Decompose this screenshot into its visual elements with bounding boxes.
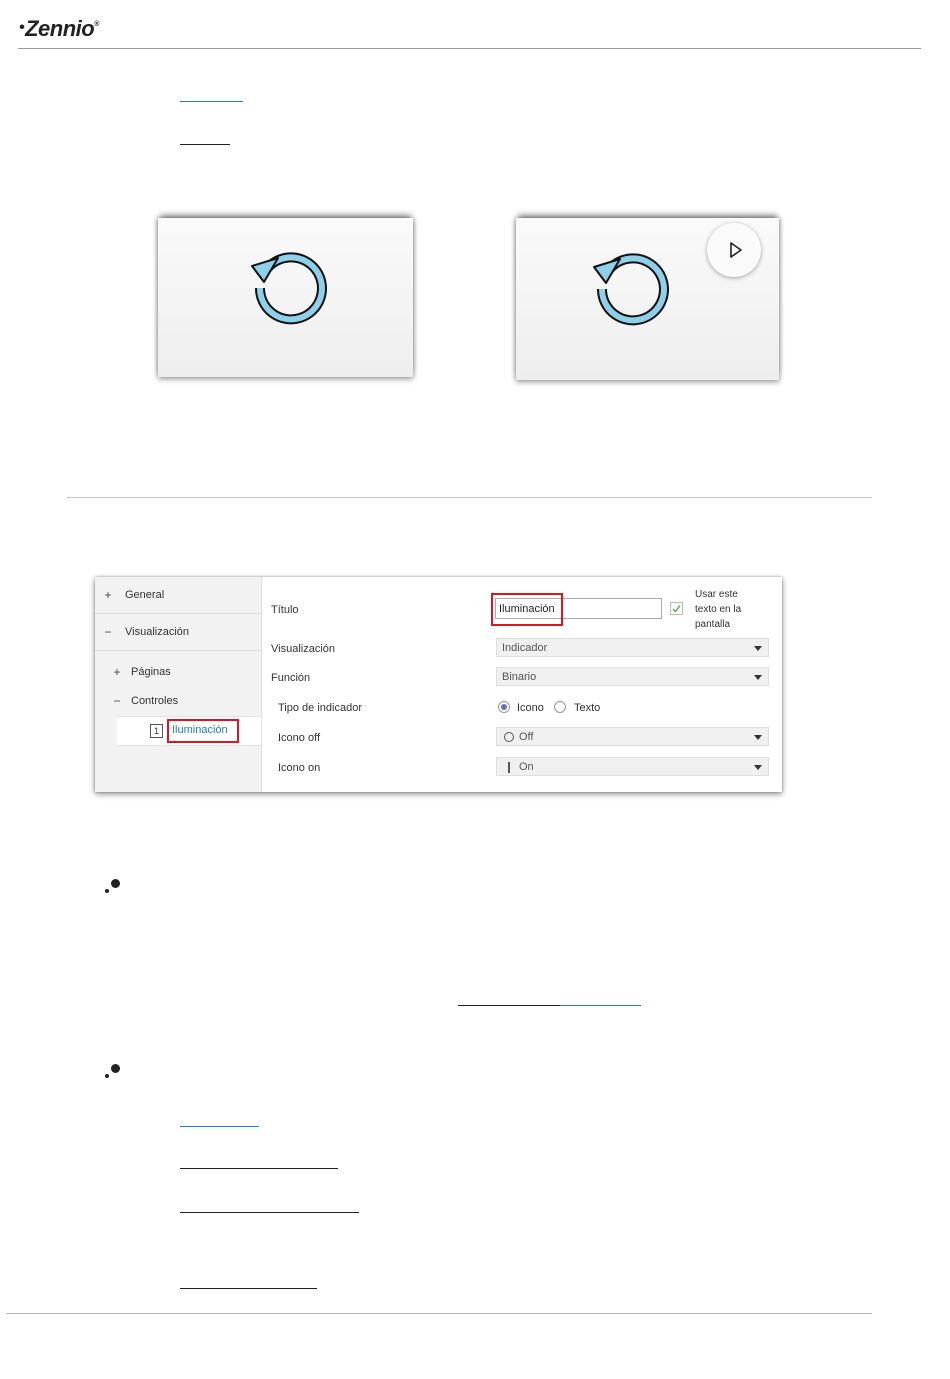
collapse-minus-icon[interactable]: − [110, 694, 124, 708]
navigation-arrow-button [707, 223, 761, 277]
chevron-down-icon [754, 646, 762, 651]
link-underline-2[interactable] [180, 144, 230, 145]
link-underline-5[interactable] [180, 1168, 338, 1169]
visualizacion-label: Visualización [271, 643, 336, 655]
section-divider [67, 497, 872, 498]
bullet-dot-small [105, 1074, 109, 1078]
bullet-dot-small [105, 889, 109, 893]
tipo-indicador-label: Tipo de indicador [278, 702, 362, 714]
sidebar-item-label: General [125, 589, 165, 601]
titulo-label: Título [271, 604, 299, 616]
icono-off-dropdown[interactable]: Off [496, 727, 769, 746]
footer-rule [6, 1313, 872, 1314]
logo-registered-mark: ® [94, 21, 99, 28]
bullet-1 [105, 879, 123, 895]
play-arrow-icon [730, 242, 742, 258]
bullet-dot-large [111, 1064, 120, 1073]
funcion-value: Binario [502, 671, 537, 683]
logo-text: Zennio [25, 16, 95, 41]
usar-texto-line-3: pantalla [695, 619, 731, 630]
funcion-dropdown[interactable]: Binario [496, 667, 769, 686]
usar-texto-line-1: Usar este [695, 589, 738, 600]
circle-off-icon [504, 732, 514, 742]
visualizacion-dropdown[interactable]: Indicador [496, 638, 769, 657]
link-underline-7[interactable] [180, 1288, 317, 1289]
icono-off-value: Off [519, 731, 534, 743]
radio-texto[interactable] [554, 701, 566, 713]
sidebar-item-visualizacion[interactable]: − Visualización [95, 614, 261, 650]
chevron-down-icon [754, 765, 762, 770]
icono-on-value: On [519, 761, 534, 773]
sidebar-item-controles[interactable]: − Controles [95, 686, 261, 716]
link-underline-1[interactable] [180, 101, 243, 102]
sidebar-item-label: Páginas [131, 666, 171, 678]
logo-dot: • [19, 19, 25, 36]
icono-on-dropdown[interactable]: On [496, 757, 769, 776]
highlight-box-title [491, 593, 563, 626]
highlight-box-sidebar [167, 719, 239, 743]
radio-icono[interactable] [498, 701, 510, 713]
ets-parameter-window: + General − Visualización + Páginas − Co… [95, 577, 782, 792]
item-number-badge: 1 [150, 724, 163, 738]
bullet-2 [105, 1064, 123, 1080]
sidebar-item-label: Controles [131, 695, 179, 707]
bar-on-icon [508, 762, 510, 773]
expand-plus-icon[interactable]: + [101, 588, 115, 602]
radio-texto-label: Texto [574, 702, 601, 714]
zennio-logo: •Zennio® [19, 16, 99, 42]
usar-texto-checkbox[interactable] [670, 602, 683, 615]
radio-icono-label: Icono [517, 702, 544, 714]
chevron-down-icon [754, 735, 762, 740]
collapse-minus-icon[interactable]: − [101, 625, 115, 639]
sidebar-divider [95, 650, 261, 651]
sidebar-item-general[interactable]: + General [95, 577, 261, 613]
usar-texto-line-2: texto en la [695, 604, 742, 615]
funcion-label: Función [271, 672, 311, 684]
link-underline-3a[interactable] [458, 1005, 560, 1006]
preview-button-with-arrow [516, 218, 779, 380]
link-underline-3b[interactable] [560, 1005, 641, 1006]
sidebar-item-label: Visualización [125, 626, 190, 638]
preview-button-no-arrow [158, 218, 413, 377]
bullet-dot-large [111, 879, 120, 888]
chevron-down-icon [754, 675, 762, 680]
icono-on-label: Icono on [278, 762, 321, 774]
expand-plus-icon[interactable]: + [110, 665, 124, 679]
link-underline-6[interactable] [180, 1212, 359, 1213]
header-rule [18, 48, 921, 49]
checkmark-icon [672, 605, 681, 613]
sidebar-item-paginas[interactable]: + Páginas [95, 657, 261, 687]
refresh-icon [251, 252, 327, 325]
link-underline-4[interactable] [180, 1126, 259, 1127]
icono-off-label: Icono off [278, 732, 320, 744]
ets-sidebar: + General − Visualización + Páginas − Co… [95, 577, 262, 792]
visualizacion-value: Indicador [502, 642, 548, 654]
